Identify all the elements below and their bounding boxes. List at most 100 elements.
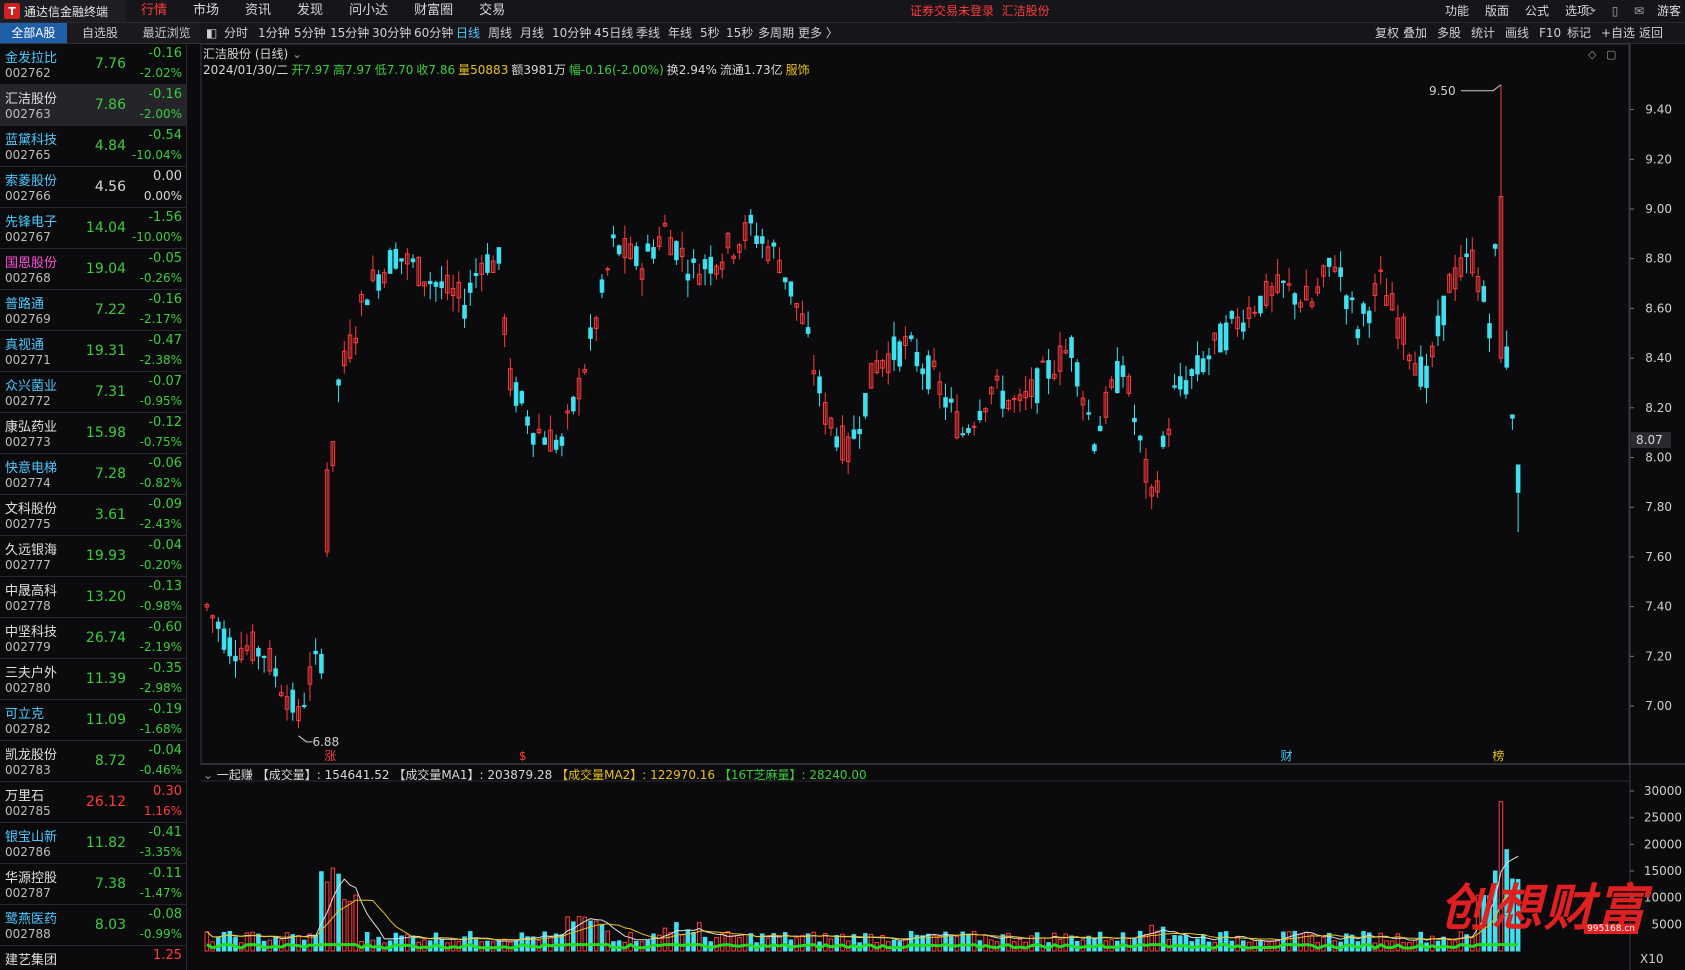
vol-indicator-name[interactable]: 一起赚 [217,768,253,782]
candle-body[interactable] [1195,355,1200,375]
kline-chart[interactable]: 9.40 9.20 9.00 8.80 8.60 8.40 8.20 8.00 7.80 7.60… [0,0,1685,970]
candle-body[interactable] [376,274,381,291]
candle-body[interactable] [1349,297,1355,301]
candle-body[interactable] [1172,385,1177,388]
candle-body[interactable] [1034,368,1040,404]
candle-body[interactable] [782,277,788,283]
candle-body[interactable] [1418,356,1424,387]
candle-body[interactable] [960,433,965,436]
candle-body[interactable] [1292,293,1298,305]
candle-body[interactable] [702,259,708,270]
candle-body[interactable] [1200,358,1206,373]
candle-body[interactable] [599,279,605,293]
candle-body[interactable] [1281,280,1286,283]
candle-body[interactable] [513,382,519,406]
candle-body[interactable] [1481,286,1487,302]
candle-body[interactable] [1361,303,1366,314]
candle-body[interactable] [256,647,261,657]
candle-body[interactable] [1258,295,1263,314]
candle-body[interactable] [473,273,479,277]
candle-body[interactable] [817,376,822,394]
candle-body[interactable] [1252,311,1258,314]
candle-body[interactable] [1441,295,1446,326]
candle-body[interactable] [1092,444,1097,452]
candle-body[interactable] [1046,360,1051,379]
maximize-icon[interactable]: ▢ [1606,48,1616,61]
candle-body[interactable] [966,428,971,433]
candle-body[interactable] [948,398,954,403]
candle-body[interactable] [410,258,416,263]
candle-body[interactable] [805,327,811,334]
candle-body[interactable] [1097,425,1103,432]
candle-body[interactable] [559,436,565,446]
candle-body[interactable] [857,428,862,435]
candle-body[interactable] [971,425,977,428]
candle-body[interactable] [319,653,324,674]
candle-body[interactable] [611,234,616,239]
candle-body[interactable] [1120,365,1126,377]
candle-body[interactable] [920,368,925,375]
candle-body[interactable] [943,397,948,408]
candle-body[interactable] [634,246,639,267]
candle-body[interactable] [674,241,679,261]
candle-body[interactable] [336,379,341,386]
candle-body[interactable] [926,355,931,390]
candle-body[interactable] [496,247,502,264]
candle-body[interactable] [519,391,525,404]
candle-body[interactable] [1435,315,1441,337]
candle-body[interactable] [467,282,473,293]
candle-body[interactable] [364,299,370,306]
candle-body[interactable] [645,243,651,252]
candle-body[interactable] [1366,310,1372,324]
candle-body[interactable] [1132,417,1137,423]
candle-body[interactable] [485,254,490,273]
candle-body[interactable] [399,258,404,262]
candle-body[interactable] [571,396,576,412]
candle-body[interactable] [433,282,439,287]
candle-body[interactable] [788,281,794,297]
candle-body[interactable] [221,628,227,650]
candle-body[interactable] [290,689,296,713]
candle-body[interactable] [525,416,530,426]
candle-body[interactable] [1040,360,1046,363]
event-marker-3[interactable]: 榜 [1492,748,1504,763]
candle-body[interactable] [588,327,593,339]
candle-body[interactable] [387,250,393,274]
candle-body[interactable] [1338,267,1343,277]
candle-body[interactable] [851,429,857,439]
candle-body[interactable] [685,273,691,281]
candle-body[interactable] [897,341,902,367]
candle-body[interactable] [462,305,467,319]
candle-body[interactable] [1218,323,1223,353]
candle-body[interactable] [1115,361,1120,393]
candle-body[interactable] [771,242,777,247]
diamond-icon[interactable]: ◇ [1588,48,1597,61]
candle-body[interactable] [1241,322,1246,332]
candle-body[interactable] [1206,355,1212,360]
candle-body[interactable] [1178,376,1183,390]
candle-body[interactable] [1011,397,1017,400]
candle-body[interactable] [1229,311,1235,319]
candle-body[interactable] [754,235,759,244]
candle-body[interactable] [908,335,914,339]
candle-body[interactable] [605,268,610,271]
candle-body[interactable] [760,236,765,244]
candle-body[interactable] [393,248,399,269]
candle-body[interactable] [1074,362,1080,387]
candle-body[interactable] [1492,244,1498,249]
candle-body[interactable] [233,655,238,662]
candle-body[interactable] [1510,414,1515,419]
event-marker-0[interactable]: 涨 [324,748,336,763]
candle-body[interactable] [1464,253,1469,258]
candle-body[interactable] [651,247,656,259]
candle-body[interactable] [313,650,318,655]
event-marker-2[interactable]: 财 [1281,749,1293,763]
event-marker-1[interactable]: $ [519,749,527,763]
candle-body[interactable] [748,214,754,224]
candle-body[interactable] [891,336,897,360]
candle-body[interactable] [977,410,983,421]
candle-body[interactable] [1424,365,1429,389]
candle-body[interactable] [1326,257,1332,267]
candle-body[interactable] [1137,435,1143,441]
candle-body[interactable] [301,705,307,708]
